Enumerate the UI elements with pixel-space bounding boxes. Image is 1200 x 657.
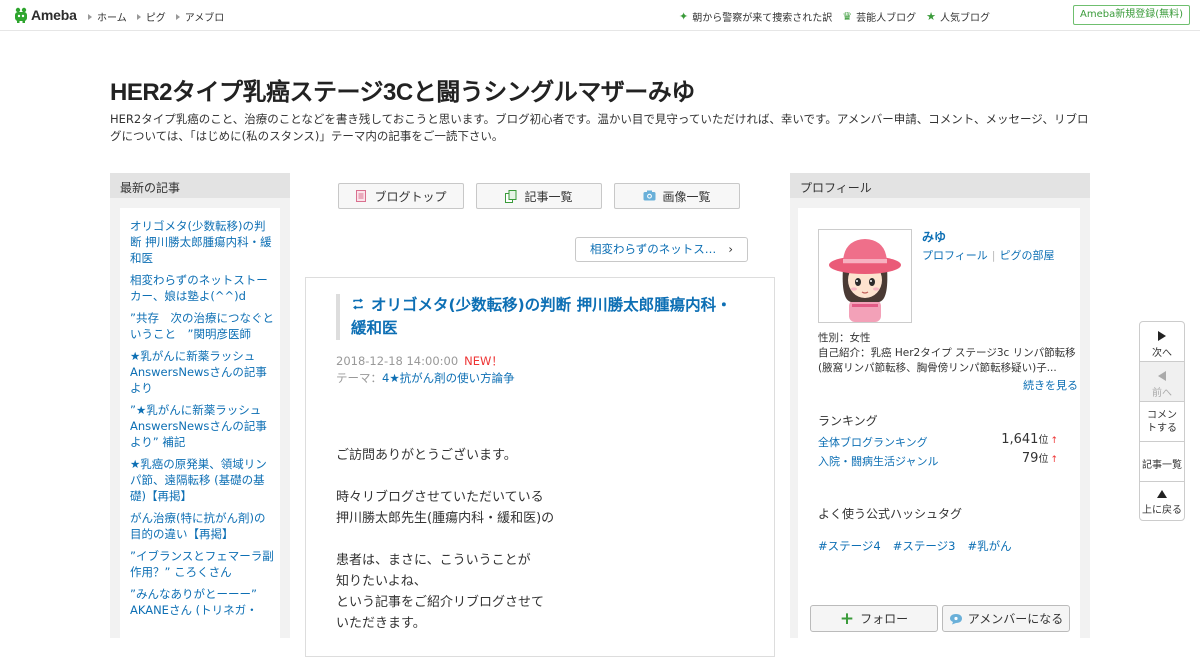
- chat-bubble-icon: [949, 613, 963, 625]
- arrow-left-icon: [1158, 371, 1166, 381]
- ranking-row: 入院・闘病生活ジャンル 79位 ↑: [818, 450, 1080, 469]
- article-meta: 2018-12-18 14:00:00 NEW！ テーマ：4★抗がん剤の使い方論争: [336, 353, 515, 387]
- article-paragraph: ご訪問ありがとうございます。: [336, 448, 517, 463]
- global-nav: ホーム ピグ アメブロ: [88, 9, 234, 24]
- right-nav: ✦ 朝から警察が来て捜索された訳 ♛ 芸能人ブログ ★ 人気ブログ: [669, 9, 990, 25]
- plus-icon: +: [839, 608, 855, 629]
- article-list-side-button[interactable]: 記事一覧: [1140, 442, 1184, 482]
- triangle-right-icon: [136, 13, 141, 20]
- floating-side-nav: 次へ 前へ コメントする 記事一覧 上に戻る: [1139, 321, 1185, 521]
- copy-icon: [505, 190, 517, 203]
- hashtag-list: #ステージ4 #ステージ3 #乳がん: [818, 538, 1024, 554]
- next-article-button[interactable]: 相変わらずのネットス… ›: [575, 237, 748, 262]
- profile-gender: 性別：女性: [818, 332, 871, 344]
- triangle-right-icon: [175, 13, 180, 20]
- article-date: 2018-12-18 14:00:00: [336, 354, 459, 368]
- article-paragraph: 時々リブログさせていただいている 押川勝太郎先生(腫瘍内科・緩和医)の: [336, 490, 555, 526]
- ranking-unit: 位: [1038, 435, 1049, 446]
- article-title[interactable]: オリゴメタ(少数転移)の判断 押川勝太郎腫瘍内科・緩和医: [351, 294, 736, 340]
- comment-button[interactable]: コメントする: [1140, 402, 1184, 442]
- list-item[interactable]: ”共存 次の治療につなぐということ ”関明彦医師: [130, 310, 276, 342]
- chevron-right-icon: ›: [728, 242, 733, 256]
- article: オリゴメタ(少数転移)の判断 押川勝太郎腫瘍内科・緩和医 2018-12-18 …: [305, 277, 775, 657]
- ranking-title: ランキング: [818, 414, 878, 428]
- ranking-label[interactable]: 入院・闘病生活ジャンル: [818, 455, 938, 468]
- document-icon: [355, 190, 367, 202]
- nav-home[interactable]: ホーム: [88, 9, 127, 24]
- profile-box: みゆ プロフィール | ピグの部屋 性別：女性 自己紹介：乳癌 Her2タイプ ステ…: [798, 208, 1080, 638]
- profile-link[interactable]: プロフィール: [922, 249, 988, 262]
- global-header: Ameba ホーム ピグ アメブロ ✦ 朝から警察が来て捜索された訳 ♛ 芸能人ブロ…: [0, 0, 1200, 31]
- prev-button[interactable]: 前へ: [1140, 362, 1184, 402]
- arrow-up-icon: [1157, 490, 1167, 498]
- avatar[interactable]: [818, 229, 912, 323]
- list-item[interactable]: ”★乳がんに新薬ラッシュ AnswersNewsさんの記事より” 補記: [130, 402, 276, 450]
- profile-intro: 自己紹介：乳癌 Her2タイプ ステージ3c リンパ節転移 (腋窩リンパ節転移、…: [818, 347, 1076, 374]
- profile-info: 性別：女性 自己紹介：乳癌 Her2タイプ ステージ3c リンパ節転移 (腋窩リ…: [818, 331, 1080, 376]
- profile-panel: みゆ プロフィール | ピグの部屋 性別：女性 自己紹介：乳癌 Her2タイプ ステ…: [790, 198, 1090, 638]
- article-body: ご訪問ありがとうございます。 時々リブログさせていただいている 押川勝太郎先生(腫…: [336, 445, 554, 655]
- ranking-label[interactable]: 全体ブログランキング: [818, 436, 928, 449]
- ranking-value-group: 1,641位 ↑: [1001, 431, 1058, 447]
- hashtag-link[interactable]: #ステージ4: [818, 539, 881, 553]
- list-item[interactable]: ”みんなありがとーーー” AKANEさん (トリネガ・: [130, 586, 276, 618]
- ranking-row: 全体ブログランキング 1,641位 ↑: [818, 431, 1080, 450]
- ranking-value: 79: [1021, 451, 1039, 466]
- article-list-button[interactable]: 記事一覧: [476, 183, 602, 209]
- ranking-value: 1,641: [1001, 432, 1039, 447]
- new-badge: NEW！: [464, 354, 503, 368]
- read-more-link[interactable]: 続きを見る: [1023, 377, 1078, 393]
- link-divider: |: [991, 249, 996, 262]
- sparkle-icon: ✦: [679, 9, 689, 23]
- hashtag-title: よく使う公式ハッシュタグ: [818, 507, 963, 521]
- featured-article-link[interactable]: ✦ 朝から警察が来て捜索された訳: [679, 9, 832, 25]
- article-paragraph: 患者は、まさに、こういうことが 知りたいよね、 という記事をご紹介リブログさせて いた…: [336, 553, 545, 631]
- blog-description: HER2タイプ乳癌のこと、治療のことなどを書き残しておこうと思います。ブログ初心…: [110, 112, 1089, 143]
- ameba-logo[interactable]: Ameba: [14, 6, 77, 24]
- profile-heading: プロフィール: [790, 173, 1090, 198]
- back-to-top-button[interactable]: 上に戻る: [1140, 482, 1184, 520]
- ameba-logo-icon: [14, 7, 28, 23]
- ranking-value-group: 79位 ↑: [1022, 450, 1058, 466]
- theme-link[interactable]: 4★抗がん剤の使い方論争: [382, 371, 515, 385]
- crown-icon: ♛: [842, 9, 853, 23]
- recent-articles-panel: オリゴメタ(少数転移)の判断 押川勝太郎腫瘍内科・緩和医 相変わらずのネットスト…: [110, 198, 290, 638]
- hashtag-link[interactable]: #乳がん: [967, 539, 1011, 553]
- profile-name[interactable]: みゆ: [922, 228, 946, 245]
- arrow-up-icon: ↑: [1050, 455, 1058, 465]
- article-title-block: オリゴメタ(少数転移)の判断 押川勝太郎腫瘍内科・緩和医: [336, 294, 736, 340]
- blog-title[interactable]: HER2タイプ乳癌ステージ3Cと闘うシングルマザーみゆ: [110, 72, 695, 107]
- next-button[interactable]: 次へ: [1140, 322, 1184, 362]
- list-item[interactable]: ”イブランスとフェマーラ副作用？” ころくさん: [130, 548, 276, 580]
- theme-label: テーマ：: [336, 371, 382, 385]
- list-item[interactable]: 相変わらずのネットストーカー、娘は塾よ(^^)d: [130, 272, 276, 304]
- camera-icon: [643, 190, 656, 202]
- ranking-unit: 位: [1038, 454, 1049, 465]
- recent-articles-heading: 最新の記事: [110, 173, 290, 198]
- arrow-up-icon: ↑: [1050, 436, 1058, 446]
- nav-ameblo[interactable]: アメブロ: [175, 9, 224, 24]
- pigg-room-link[interactable]: ピグの部屋: [1000, 249, 1055, 262]
- list-item[interactable]: ★乳癌の原発巣、領域リンパ節、遠隔転移 (基礎の基礎)【再掲】: [130, 456, 276, 504]
- triangle-right-icon: [88, 13, 92, 20]
- list-item[interactable]: オリゴメタ(少数転移)の判断 押川勝太郎腫瘍内科・緩和医: [130, 218, 276, 266]
- celebrity-blog-link[interactable]: ♛ 芸能人ブログ: [842, 9, 916, 25]
- hashtag-link[interactable]: #ステージ3: [893, 539, 956, 553]
- list-item[interactable]: ★乳がんに新薬ラッシュ AnswersNewsさんの記事より: [130, 348, 276, 396]
- star-icon: ★: [926, 9, 936, 23]
- arrow-right-icon: [1158, 331, 1166, 341]
- profile-links: プロフィール | ピグの部屋: [922, 247, 1055, 263]
- amember-button[interactable]: アメンバーになる: [942, 605, 1070, 632]
- popular-blog-link[interactable]: ★ 人気ブログ: [926, 9, 990, 25]
- blog-top-button[interactable]: ブログトップ: [338, 183, 464, 209]
- register-button[interactable]: Ameba新規登録(無料): [1072, 5, 1190, 25]
- image-list-button[interactable]: 画像一覧: [614, 183, 740, 209]
- recent-articles-list: オリゴメタ(少数転移)の判断 押川勝太郎腫瘍内科・緩和医 相変わらずのネットスト…: [120, 208, 276, 618]
- follow-button[interactable]: + フォロー: [810, 605, 938, 632]
- logo-text: Ameba: [31, 7, 77, 23]
- list-item[interactable]: がん治療(特に抗がん剤)の目的の違い【再掲】: [130, 510, 276, 542]
- nav-pigg[interactable]: ピグ: [136, 9, 166, 24]
- reblog-icon: [351, 295, 365, 310]
- recent-articles-box: オリゴメタ(少数転移)の判断 押川勝太郎腫瘍内科・緩和医 相変わらずのネットスト…: [120, 208, 280, 638]
